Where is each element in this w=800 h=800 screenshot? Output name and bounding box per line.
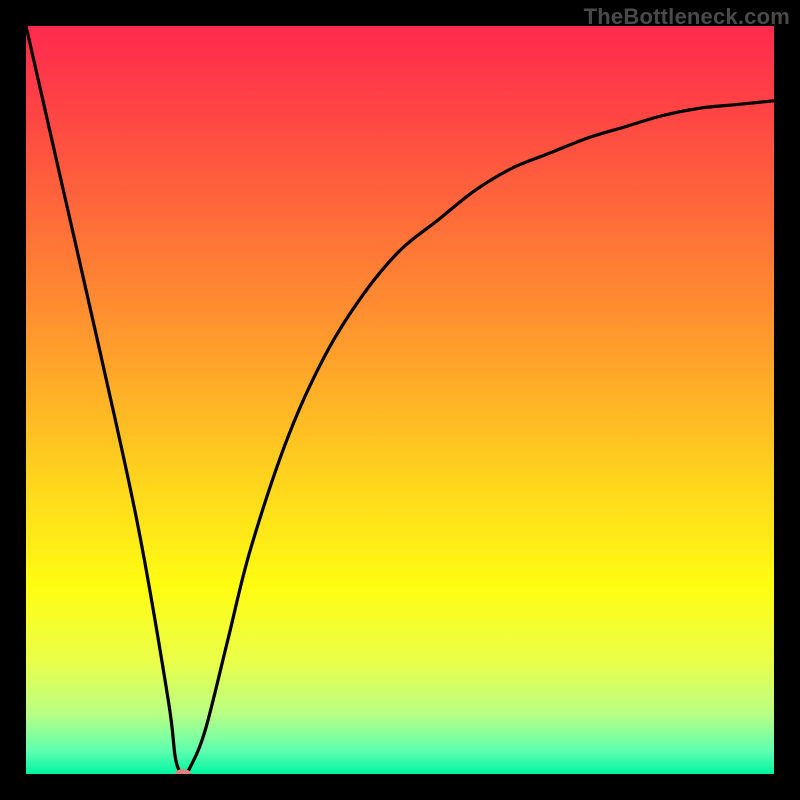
watermark-text: TheBottleneck.com — [584, 4, 790, 30]
bottleneck-curve-path — [26, 26, 774, 774]
chart-frame: TheBottleneck.com — [0, 0, 800, 800]
bottleneck-curve-svg — [26, 26, 774, 774]
plot-area — [26, 26, 774, 774]
